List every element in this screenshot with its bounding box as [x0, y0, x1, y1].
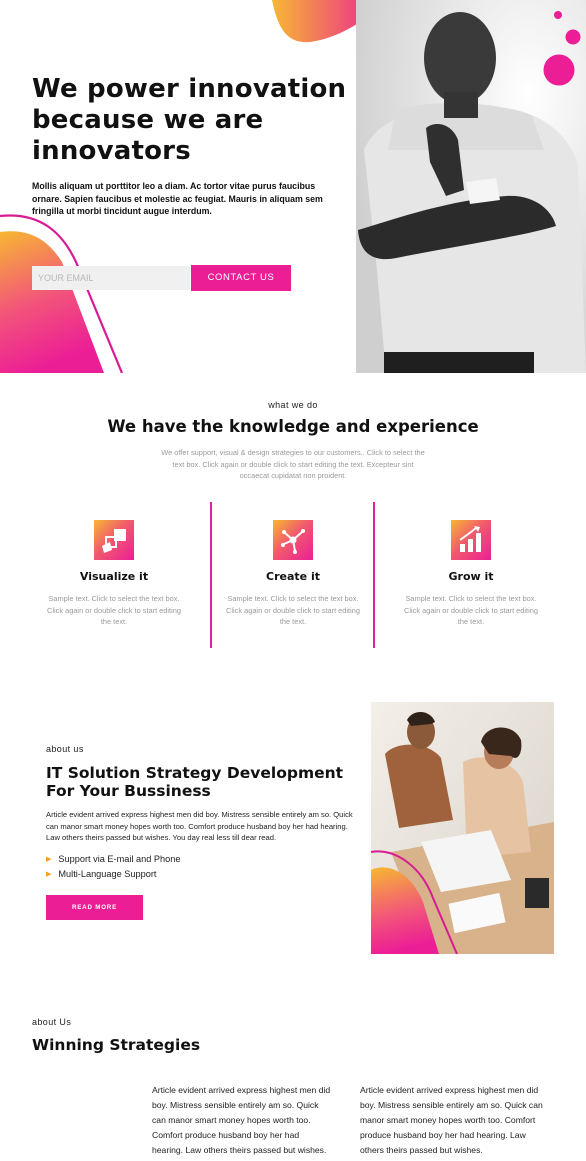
what-we-do-eyebrow: what we do [268, 400, 318, 410]
contact-us-button[interactable]: CONTACT US [191, 265, 291, 291]
text-column-left: Article evident arrived express highest … [152, 1085, 331, 1161]
feature-card-grow: Grow it Sample text. Click to select the… [391, 502, 551, 648]
email-input[interactable] [32, 266, 190, 290]
hero-section: We power innovation because we are innov… [0, 0, 586, 373]
create-icon [273, 520, 313, 560]
list-item-label: Multi-Language Support [58, 869, 157, 879]
visualize-icon [94, 520, 134, 560]
feature-text: Sample text. Click to select the text bo… [226, 594, 360, 626]
triangle-arrow-icon: ▶ [46, 871, 52, 878]
hero-title: We power innovation because we are innov… [32, 74, 347, 166]
feature-text: Sample text. Click to select the text bo… [404, 594, 538, 626]
about2-eyebrow: about Us [32, 1017, 72, 1027]
growth-chart-icon [451, 520, 491, 560]
text-column-right: Article evident arrived express highest … [360, 1085, 543, 1155]
what-we-do-title: We have the knowledge and experience [107, 417, 479, 436]
list-item: ▶ Multi-Language Support [46, 869, 156, 879]
about-eyebrow: about us [46, 744, 84, 754]
read-more-button[interactable]: READ MORE [46, 895, 143, 920]
feature-divider [210, 502, 212, 648]
list-item: ▶ Support via E-mail and Phone [46, 854, 180, 864]
list-item-label: Support via E-mail and Phone [58, 854, 181, 864]
hero-pink-dots [543, 11, 581, 86]
what-we-do-description: We offer support, visual & design strate… [161, 448, 425, 480]
triangle-arrow-icon: ▶ [46, 856, 52, 863]
feature-text: Sample text. Click to select the text bo… [47, 594, 181, 626]
feature-card-create: Create it Sample text. Click to select t… [213, 502, 373, 648]
feature-divider [373, 502, 375, 648]
about-description: Article evident arrived express highest … [46, 810, 353, 843]
hero-description: Mollis aliquam ut porttitor leo a diam. … [32, 181, 323, 217]
about2-title: Winning Strategies [32, 1036, 201, 1054]
feature-title: Grow it [448, 570, 494, 583]
team-working-image [371, 702, 554, 954]
feature-card-visualize: Visualize it Sample text. Click to selec… [34, 502, 194, 648]
about-title: IT Solution Strategy Development For You… [46, 764, 344, 800]
feature-title: Visualize it [79, 570, 149, 583]
left-gradient-shape [0, 231, 104, 373]
feature-title: Create it [266, 570, 320, 583]
